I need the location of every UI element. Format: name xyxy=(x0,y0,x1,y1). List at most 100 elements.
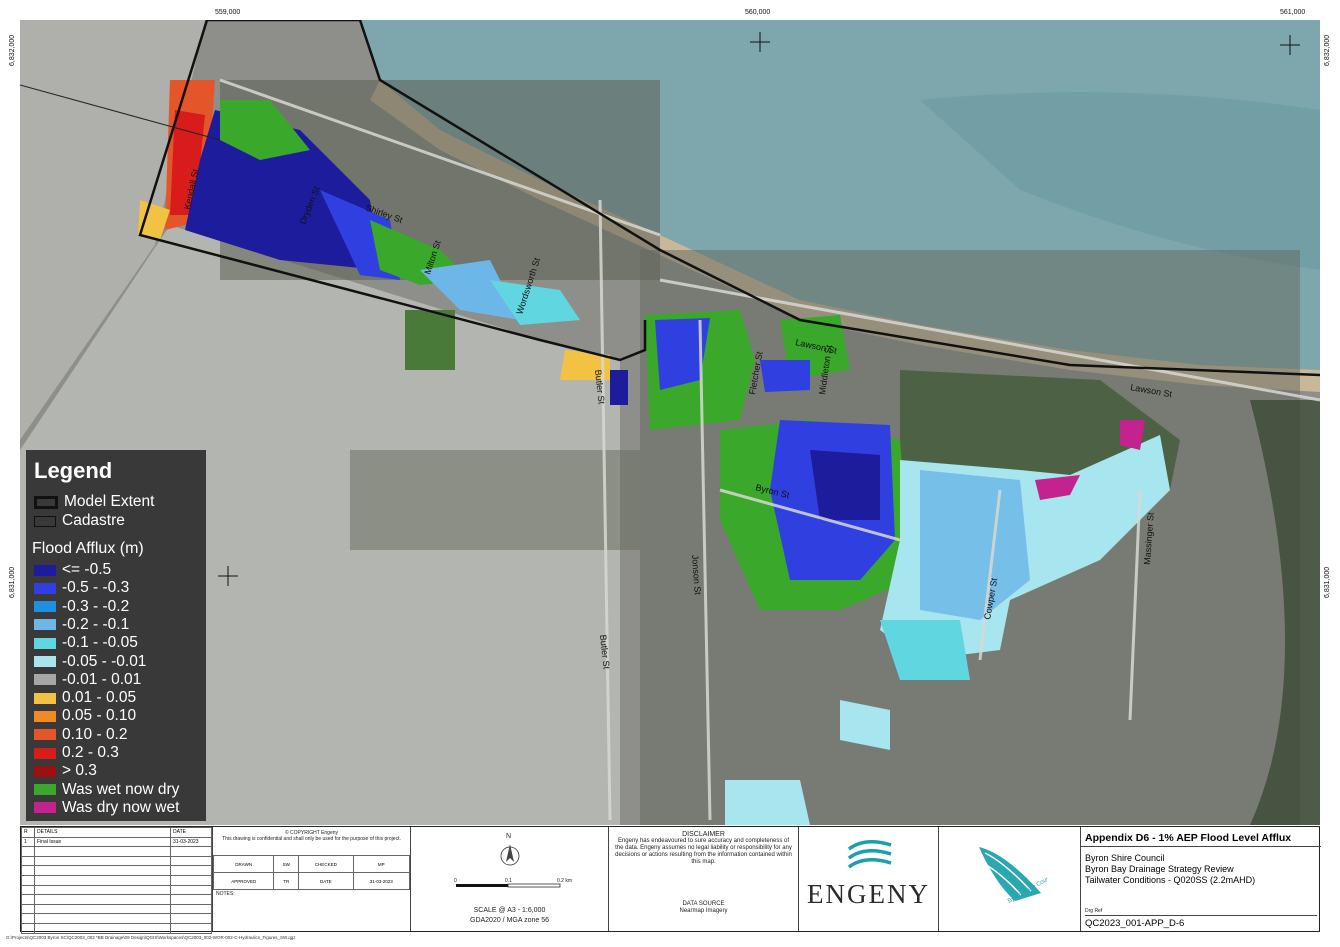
drawing-number: QC2023_001-APP_D-6 xyxy=(1085,915,1317,929)
approved-by: TR xyxy=(273,872,300,890)
legend-item: > 0.3 xyxy=(34,762,97,780)
data-source-title: DATA SOURCE xyxy=(682,901,725,907)
approved-label: APPROVED xyxy=(212,872,275,890)
notes-label: NOTES: xyxy=(216,891,235,897)
legend-label: -0.5 - -0.3 xyxy=(62,579,130,597)
drawn-by: SW xyxy=(273,855,300,873)
drawn-label: DRAWN xyxy=(212,855,275,873)
afflux-butler-blue xyxy=(610,370,628,405)
rev-number: 1 xyxy=(21,836,35,848)
legend-item: Was wet now dry xyxy=(34,781,179,799)
north-label: N xyxy=(506,833,512,840)
legend-swatch xyxy=(34,747,56,759)
legend-item: 0.05 - 0.10 xyxy=(34,707,136,725)
data-source-text: Nearmap Imagery xyxy=(679,908,728,914)
park xyxy=(405,310,455,370)
afflux-south-cyan-3 xyxy=(725,780,810,825)
afflux-fletcher-blue xyxy=(760,360,810,392)
legend-swatch xyxy=(34,729,56,741)
legend-item: -0.01 - 0.01 xyxy=(34,671,141,689)
map-title-cell: Appendix D6 - 1% AEP Flood Level Afflux … xyxy=(1081,827,1321,931)
legend-flood-title: Flood Afflux (m) xyxy=(32,540,144,557)
engeny-wave-icon xyxy=(847,840,892,869)
title-details: Byron Shire Council Byron Bay Drainage S… xyxy=(1081,847,1321,886)
legend-swatch xyxy=(34,674,56,686)
legend-swatch xyxy=(34,656,56,667)
legend-label: <= -0.5 xyxy=(62,561,112,578)
rev-col-r: R xyxy=(21,827,35,838)
urban-west xyxy=(350,450,640,550)
legend-item: <= -0.5 xyxy=(34,561,111,579)
byron-shire-council-logo: Byron Shire Council xyxy=(979,847,1047,905)
legend-swatch xyxy=(34,692,56,704)
confidential-text: This drawing is confidential and shall o… xyxy=(222,836,401,842)
legend-label: -0.2 - -0.1 xyxy=(62,615,130,633)
title-block: R DETAILS DATE 1 Final Issue 31-03-2023 … xyxy=(20,826,1321,934)
legend-label: 0.05 - 0.10 xyxy=(62,707,137,725)
legend-label: 0.10 - 0.2 xyxy=(62,725,128,743)
revision-cell: R DETAILS DATE 1 Final Issue 31-03-2023 xyxy=(21,827,213,934)
legend-swatch xyxy=(34,765,56,777)
easting-label-559000: 559,000 xyxy=(215,9,241,16)
legend-label: -0.3 - -0.2 xyxy=(62,597,130,615)
easting-label-561000: 561,000 xyxy=(1280,9,1306,16)
scenario-name: Tailwater Conditions - Q020SS (2.2mAHD) xyxy=(1085,875,1256,885)
scale-cell: N 0 0.1 0.2 km SCALE @ A3 - 1:6,000 GDA2… xyxy=(411,827,609,931)
rev-date: 31-03-2023 xyxy=(170,836,212,848)
disclaimer-text: Engeny has endeavoured to sure accuracy … xyxy=(615,838,792,865)
legend-item: 0.01 - 0.05 xyxy=(34,689,136,707)
legend-item: -0.3 - -0.2 xyxy=(34,598,129,616)
disclaimer-title: DISCLAIMER xyxy=(682,831,725,838)
legend-label: 0.01 - 0.05 xyxy=(62,689,137,707)
legend-swatch xyxy=(34,601,56,613)
legend-label: -0.05 - -0.01 xyxy=(62,652,147,670)
client-name: Byron Shire Council xyxy=(1085,853,1165,863)
legend-label: Was dry now wet xyxy=(62,798,180,816)
scale-tick-0: 0 xyxy=(454,878,457,884)
copyright-text: © COPYRIGHT Engeny xyxy=(284,830,339,836)
legend-item-model-extent: Model Extent xyxy=(34,493,154,511)
map-frame: Kendall St Dryden St Shirley St Milton S… xyxy=(20,20,1320,825)
date-label: DATE xyxy=(298,872,354,890)
legend-swatch xyxy=(34,710,56,722)
legend-panel: Legend Model Extent Cadastre Flood Afflu… xyxy=(26,450,206,821)
legend-label: -0.1 - -0.05 xyxy=(62,634,138,652)
legend-label-model-extent: Model Extent xyxy=(64,493,155,510)
drawing-ref-label: Drg Ref xyxy=(1085,908,1103,914)
revision-row: 1 Final Issue 31-03-2023 xyxy=(21,836,212,848)
north-arrow-icon xyxy=(500,844,520,866)
approval-date: 31-03-2023 xyxy=(352,872,411,890)
legend-swatch xyxy=(34,564,56,576)
legend-label-cadastre: Cadastre xyxy=(62,512,125,529)
legend-item: Was dry now wet xyxy=(34,799,179,817)
legend-label: Was wet now dry xyxy=(62,780,180,798)
revision-table: R DETAILS DATE 1 Final Issue 31-03-2023 xyxy=(21,827,212,934)
project-name: Byron Bay Drainage Strategy Review xyxy=(1085,864,1234,874)
legend-swatch xyxy=(34,637,56,649)
cadastre-swatch xyxy=(34,515,56,527)
rev-details: Final Issue xyxy=(34,836,171,848)
revision-header-row: R DETAILS DATE xyxy=(21,827,212,838)
legend-item: 0.2 - 0.3 xyxy=(34,744,119,762)
legend-title: Legend xyxy=(34,458,113,483)
scale-tick-1: 0.1 xyxy=(505,878,512,884)
rev-col-details: DETAILS xyxy=(34,827,171,838)
legend-label: 0.2 - 0.3 xyxy=(62,744,119,761)
legend-label: -0.01 - 0.01 xyxy=(62,670,142,688)
checked-label: CHECKED xyxy=(298,855,354,873)
easting-label-560000: 560,000 xyxy=(745,9,771,16)
rev-col-date: DATE xyxy=(170,827,212,838)
legend-item-cadastre: Cadastre xyxy=(34,512,125,530)
afflux-byron-deep xyxy=(810,450,880,520)
engeny-logo-cell: ENGENY xyxy=(799,827,939,931)
legend-item: -0.2 - -0.1 xyxy=(34,616,129,634)
engeny-wordmark: ENGENY xyxy=(807,879,930,909)
legend-item: 0.10 - 0.2 xyxy=(34,726,128,744)
northing-label-6832000-left: 6,832,000 xyxy=(9,34,16,66)
model-extent-swatch xyxy=(34,495,58,509)
legend-item: -0.5 - -0.3 xyxy=(34,579,129,597)
scale-tick-2: 0.2 km xyxy=(557,878,573,884)
map-title: Appendix D6 - 1% AEP Flood Level Afflux xyxy=(1081,827,1321,847)
northing-label-6831000-left: 6,831,000 xyxy=(9,566,16,598)
datum-text: GDA2020 / MGA zone 56 xyxy=(470,917,549,924)
